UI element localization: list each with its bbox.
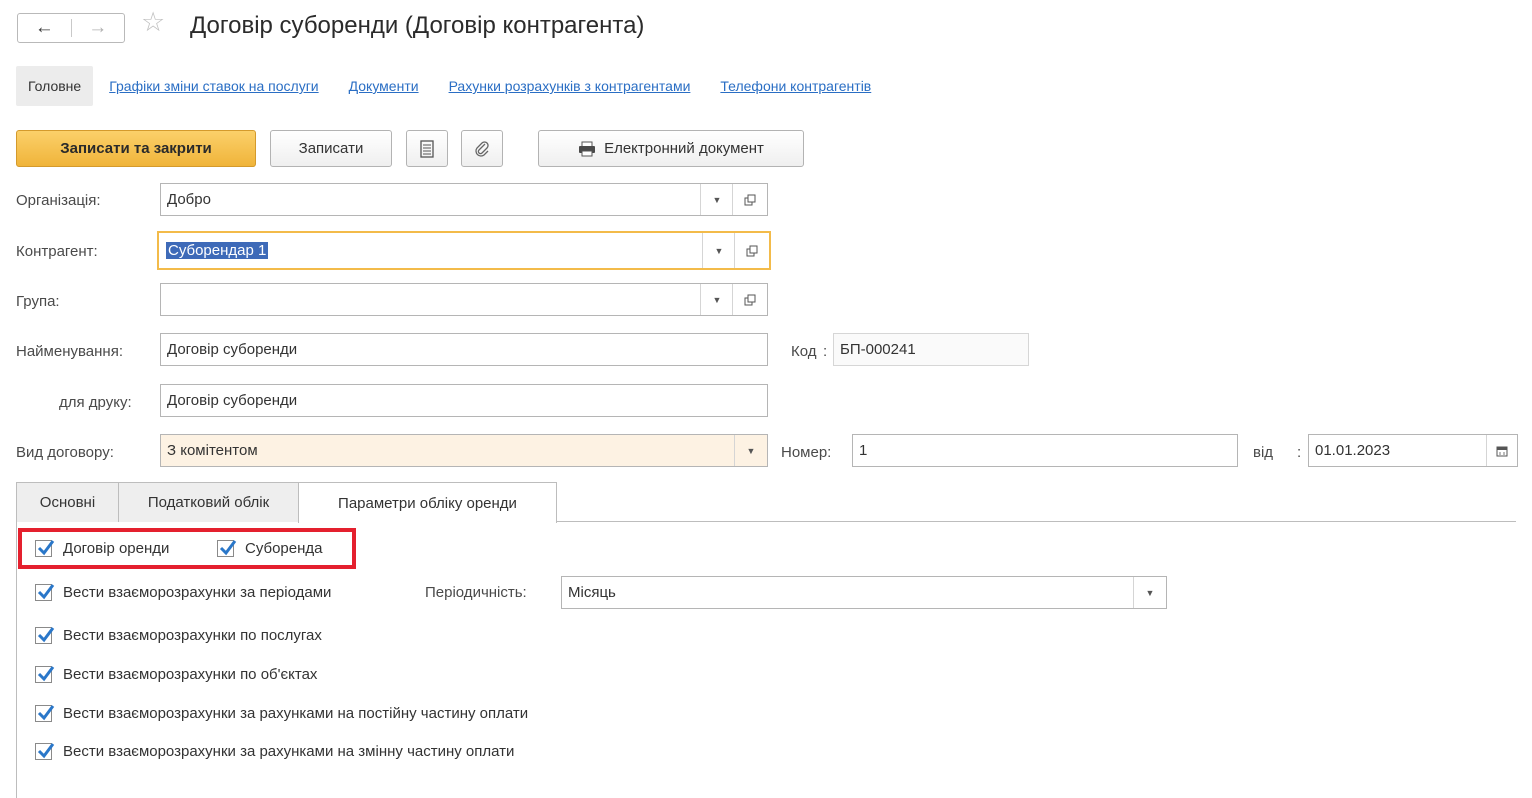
number-label: Номер: — [781, 444, 832, 461]
chevron-down-icon[interactable]: ▼ — [1133, 577, 1166, 608]
tab-basic[interactable]: Основні — [16, 482, 119, 522]
date-value: 01.01.2023 — [1315, 442, 1391, 459]
checkmark-icon — [37, 743, 55, 759]
attachment-icon[interactable] — [461, 130, 503, 167]
tab-lease-parameters[interactable]: Параметри обліку оренди — [298, 482, 557, 523]
kind-value: З комітентом — [167, 442, 258, 459]
org-value: Добро — [167, 191, 211, 208]
tab-contractor-phones[interactable]: Телефони контрагентів — [720, 78, 871, 94]
periodicity-label: Періодичність: — [425, 584, 527, 601]
tab-tax-accounting[interactable]: Податковий облік — [118, 482, 299, 522]
chevron-down-icon[interactable]: ▼ — [700, 284, 733, 315]
by-variable-payment-checkbox[interactable] — [35, 743, 55, 760]
by-fixed-payment-checkbox[interactable] — [35, 705, 55, 722]
tab-divider — [557, 521, 1516, 522]
name-label: Найменування: — [16, 343, 123, 360]
periodicity-field[interactable]: Місяць ▼ — [561, 576, 1167, 609]
checkmark-icon — [219, 540, 237, 556]
open-icon[interactable] — [732, 184, 767, 215]
org-label: Організація: — [16, 192, 101, 209]
contractor-value: Суборендар 1 — [166, 242, 269, 259]
lease-contract-label: Договір оренди — [63, 540, 170, 557]
group-field[interactable]: ▼ — [160, 283, 768, 316]
open-icon[interactable] — [734, 233, 769, 268]
checkmark-icon — [37, 627, 55, 643]
checkmark-icon — [37, 705, 55, 721]
group-label: Група: — [16, 293, 60, 310]
by-objects-label: Вести взаєморозрахунки по об'єктах — [63, 666, 318, 683]
date-separator: : — [1297, 444, 1302, 461]
name-field[interactable]: Договір суборенди — [160, 333, 768, 366]
tab-documents[interactable]: Документи — [349, 78, 419, 94]
tab-rate-schedules[interactable]: Графіки зміни ставок на послуги — [109, 78, 318, 94]
report-icon[interactable] — [406, 130, 448, 167]
checkmark-icon — [37, 540, 55, 556]
star-icon[interactable]: ☆ — [141, 9, 165, 36]
history-nav: ← → — [17, 13, 125, 43]
code-label: Код — [791, 343, 817, 360]
checkmark-icon — [37, 584, 55, 600]
code-separator: : — [823, 343, 828, 360]
kind-label: Вид договору: — [16, 444, 114, 461]
by-services-label: Вести взаєморозрахунки по послугах — [63, 627, 322, 644]
back-arrow-icon[interactable]: ← — [18, 14, 71, 42]
code-field: БП-000241 — [833, 333, 1029, 366]
printer-icon — [578, 141, 596, 157]
sublease-label: Суборенда — [245, 540, 323, 557]
checkmark-icon — [37, 666, 55, 682]
contractor-field[interactable]: Суборендар 1 ▼ — [157, 231, 771, 270]
lease-contract-checkbox[interactable] — [35, 540, 55, 557]
number-field[interactable]: 1 — [852, 434, 1238, 467]
kind-field[interactable]: З комітентом ▼ — [160, 434, 768, 467]
chevron-down-icon[interactable]: ▼ — [700, 184, 733, 215]
calendar-icon[interactable] — [1486, 435, 1517, 466]
electronic-document-button[interactable]: Електронний документ — [538, 130, 804, 167]
tab-settlement-accounts[interactable]: Рахунки розрахунків з контрагентами — [449, 78, 691, 94]
by-periods-checkbox[interactable] — [35, 584, 55, 601]
by-fixed-payment-label: Вести взаєморозрахунки за рахунками на п… — [63, 705, 529, 722]
panel-border — [16, 521, 17, 798]
name-value: Договір суборенди — [167, 341, 298, 358]
by-objects-checkbox[interactable] — [35, 666, 55, 683]
electronic-document-label: Електронний документ — [604, 140, 764, 157]
by-variable-payment-label: Вести взаєморозрахунки за рахунками на з… — [63, 743, 515, 760]
org-field[interactable]: Добро ▼ — [160, 183, 768, 216]
by-services-checkbox[interactable] — [35, 627, 55, 644]
contractor-label: Контрагент: — [16, 243, 98, 260]
number-value: 1 — [859, 442, 868, 459]
top-tabs: Головне Графіки зміни ставок на послуги … — [16, 65, 901, 107]
sublease-checkbox[interactable] — [217, 540, 237, 557]
open-icon[interactable] — [732, 284, 767, 315]
periodicity-value: Місяць — [568, 584, 616, 601]
print-name-field[interactable]: Договір суборенди — [160, 384, 768, 417]
print-label: для друку: — [59, 394, 132, 411]
code-value: БП-000241 — [840, 341, 916, 358]
chevron-down-icon[interactable]: ▼ — [734, 435, 767, 466]
print-name-value: Договір суборенди — [167, 392, 298, 409]
date-field[interactable]: 01.01.2023 — [1308, 434, 1518, 467]
save-button[interactable]: Записати — [270, 130, 392, 167]
tab-main[interactable]: Головне — [16, 66, 94, 106]
chevron-down-icon[interactable]: ▼ — [702, 233, 735, 268]
save-and-close-button[interactable]: Записати та закрити — [16, 130, 256, 167]
page-title: Договір суборенди (Договір контрагента) — [190, 12, 645, 39]
forward-arrow-icon[interactable]: → — [72, 14, 125, 42]
by-periods-label: Вести взаєморозрахунки за періодами — [63, 584, 332, 601]
date-label: від — [1253, 444, 1274, 461]
